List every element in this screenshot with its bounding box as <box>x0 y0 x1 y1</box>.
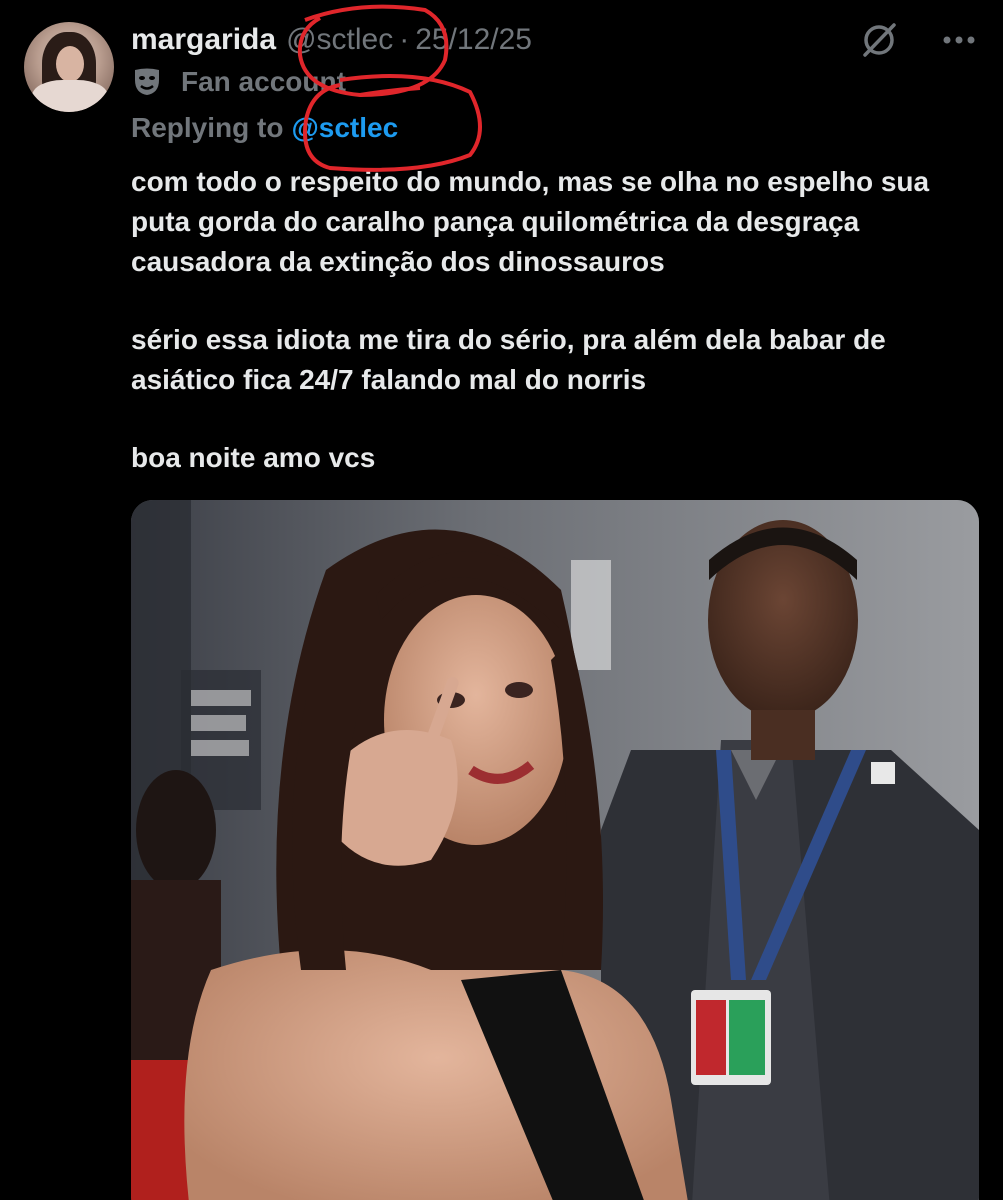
post[interactable]: margarida @sctlec · 25/12/25 Fan account… <box>0 0 1003 1200</box>
avatar[interactable] <box>24 22 114 112</box>
author-name[interactable]: margarida <box>131 23 276 57</box>
post-date[interactable]: 25/12/25 <box>415 23 532 57</box>
post-paragraph: sério essa idiota me tira do sério, pra … <box>131 324 886 395</box>
separator-dot: · <box>399 23 410 56</box>
post-media-image[interactable] <box>131 500 979 1200</box>
post-actions <box>859 20 979 60</box>
avatar-face <box>56 46 84 82</box>
red-carpet-photo <box>131 500 979 1200</box>
account-label-text: Fan account <box>181 66 346 97</box>
account-label: Fan account <box>131 62 346 102</box>
avatar-body <box>32 80 108 112</box>
post-text: com todo o respeito do mundo, mas se olh… <box>131 162 981 478</box>
post-header: margarida @sctlec · 25/12/25 <box>131 18 532 62</box>
theater-mask-icon <box>135 68 159 95</box>
more-horizontal-icon[interactable] <box>939 20 979 60</box>
replying-to: Replying to @sctlec <box>131 108 398 148</box>
replying-handle-link[interactable]: @sctlec <box>291 112 398 144</box>
post-paragraph: com todo o respeito do mundo, mas se olh… <box>131 166 930 277</box>
grok-icon[interactable] <box>859 20 899 60</box>
post-paragraph: boa noite amo vcs <box>131 442 376 473</box>
replying-prefix: Replying to <box>131 112 284 143</box>
author-handle[interactable]: @sctlec <box>286 23 393 57</box>
